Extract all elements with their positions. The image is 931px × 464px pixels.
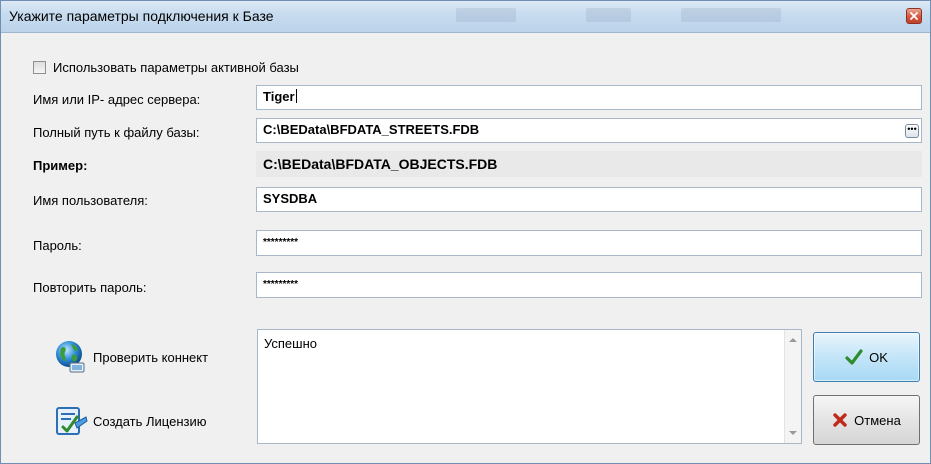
check-connection-button[interactable]: Проверить коннект: [53, 339, 208, 375]
window-title: Укажите параметры подключения к Базе: [9, 8, 274, 24]
user-input[interactable]: SYSDBA: [256, 187, 922, 212]
repeat-password-input[interactable]: *********: [256, 272, 922, 298]
create-license-button[interactable]: Создать Лицензию: [53, 403, 207, 439]
browse-button[interactable]: •••: [905, 124, 919, 138]
close-button[interactable]: [906, 8, 922, 24]
background-blur: [456, 8, 516, 22]
check-connection-label: Проверить коннект: [93, 349, 209, 365]
title-bar[interactable]: Укажите параметры подключения к Базе: [1, 1, 930, 33]
password-label: Пароль:: [33, 238, 82, 253]
server-label: Имя или IP- адрес сервера:: [33, 92, 201, 107]
path-label: Полный путь к файлу базы:: [33, 125, 200, 140]
cancel-label: Отмена: [854, 412, 901, 428]
use-active-label: Использовать параметры активной базы: [53, 60, 299, 75]
status-scrollbar[interactable]: [784, 330, 801, 443]
create-license-label: Создать Лицензию: [93, 413, 207, 429]
cancel-button[interactable]: Отмена: [813, 395, 920, 445]
status-text: Успешно: [264, 336, 317, 351]
repeat-password-label: Повторить пароль:: [33, 280, 147, 295]
password-input[interactable]: *********: [256, 230, 922, 256]
use-active-checkbox[interactable]: [33, 61, 46, 74]
user-label: Имя пользователя:: [33, 193, 148, 208]
background-blur: [586, 8, 631, 22]
checkmark-icon: [845, 349, 863, 365]
ok-label: OK: [869, 349, 888, 365]
background-blur: [681, 8, 781, 22]
license-document-icon: [53, 403, 89, 439]
scroll-up-icon[interactable]: [789, 338, 797, 342]
status-log[interactable]: Успешно: [257, 329, 802, 444]
ellipsis-icon: •••: [907, 124, 917, 134]
example-path: C:\BEData\BFDATA_OBJECTS.FDB: [256, 151, 922, 177]
ok-button[interactable]: OK: [813, 332, 920, 382]
example-label: Пример:: [33, 158, 88, 173]
scroll-down-icon[interactable]: [789, 431, 797, 435]
cross-icon: [832, 412, 848, 428]
path-input[interactable]: C:\BEData\BFDATA_STREETS.FDB: [256, 118, 922, 143]
globe-network-icon: [53, 339, 89, 375]
close-icon: [910, 12, 918, 20]
connection-dialog: Укажите параметры подключения к Базе Исп…: [0, 0, 931, 464]
server-input[interactable]: Tiger: [256, 85, 922, 110]
